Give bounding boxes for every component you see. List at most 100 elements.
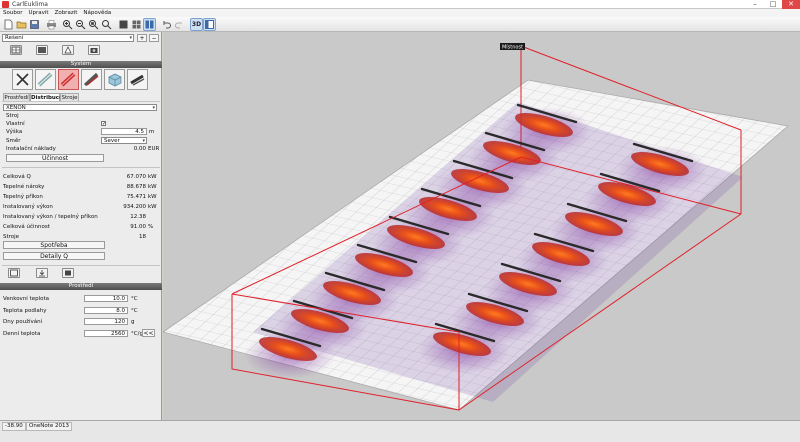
result-label: Celková účinnost bbox=[3, 224, 50, 230]
maximize-button[interactable]: □ bbox=[764, 0, 782, 9]
layout-icon[interactable] bbox=[10, 45, 22, 55]
record-icon[interactable] bbox=[62, 268, 74, 278]
window-title: CarlEuklima bbox=[12, 1, 48, 8]
toolbar: 3D bbox=[0, 17, 800, 32]
view-split-icon[interactable] bbox=[143, 18, 156, 31]
install-cost-unit: EUR bbox=[148, 146, 160, 152]
result-value: 75.471 bbox=[126, 194, 146, 200]
redo-icon[interactable] bbox=[174, 19, 185, 30]
chevron-down-icon: ▾ bbox=[129, 35, 132, 41]
result-unit: kW bbox=[148, 184, 157, 190]
heater-icon[interactable] bbox=[62, 45, 74, 55]
remove-scene-button[interactable]: − bbox=[149, 34, 159, 42]
efficiency-button[interactable]: Účinnost bbox=[6, 154, 104, 162]
floor-temp-input[interactable]: 8.0 bbox=[84, 307, 128, 314]
left-panel: Řešení ▾ + − Systém Prostředí Distribuce … bbox=[0, 32, 162, 420]
menu-edit[interactable]: Upravit bbox=[28, 9, 48, 17]
open-folder-icon[interactable] bbox=[16, 19, 27, 30]
status-tag: OneNote 2013 bbox=[26, 422, 72, 431]
camera-icon[interactable] bbox=[88, 45, 100, 55]
result-value: 91.00 bbox=[130, 224, 146, 230]
view-2d-icon[interactable] bbox=[118, 19, 129, 30]
result-unit: kW bbox=[148, 204, 157, 210]
height-label: Výška bbox=[6, 129, 23, 135]
chevron-down-icon: ▾ bbox=[152, 105, 155, 111]
zoom-all-icon[interactable] bbox=[101, 19, 112, 30]
product-select-value: XENON bbox=[6, 105, 26, 111]
zoom-window-icon[interactable] bbox=[88, 19, 99, 30]
consumption-button[interactable]: Spotřeba bbox=[3, 241, 105, 249]
outdoor-temp-input[interactable]: 10.0 bbox=[84, 295, 128, 302]
floor-temp-unit: °C bbox=[131, 308, 138, 314]
result-unit: kW bbox=[148, 194, 157, 200]
floor-temp-label: Teplota podlahy bbox=[3, 308, 47, 314]
tube-heater-tool-icon[interactable] bbox=[35, 69, 56, 90]
select-icon[interactable] bbox=[8, 268, 20, 278]
result-unit: kW bbox=[148, 174, 157, 180]
environment-header: Prostředí bbox=[0, 283, 162, 290]
own-label: Vlastní bbox=[6, 121, 25, 127]
menu-help[interactable]: Nápověda bbox=[83, 9, 111, 17]
view-grid-icon[interactable] bbox=[131, 19, 142, 30]
status-bar: -38.90 OneNote 2013 bbox=[0, 420, 800, 442]
menu-file[interactable]: Soubor bbox=[3, 9, 22, 17]
menu-view[interactable]: Zobrazit bbox=[55, 9, 78, 17]
duct-tool-icon[interactable] bbox=[127, 69, 148, 90]
scene-select-value: Řešení bbox=[5, 35, 24, 41]
outdoor-temp-unit: °C bbox=[131, 296, 138, 302]
details-q-button[interactable]: Detaily Q bbox=[3, 252, 105, 260]
outdoor-temp-label: Venkovní teplota bbox=[3, 296, 50, 302]
install-cost-value: 0.00 bbox=[133, 146, 146, 152]
product-select[interactable]: XENON ▾ bbox=[3, 104, 157, 111]
new-file-icon[interactable] bbox=[3, 19, 14, 30]
result-unit: % bbox=[148, 224, 154, 230]
scene-canvas[interactable]: Místnost bbox=[163, 32, 800, 420]
3d-viewport[interactable]: Místnost bbox=[163, 32, 800, 420]
room-label: Místnost bbox=[502, 44, 523, 51]
tab-distribution[interactable]: Distribuce bbox=[30, 93, 63, 101]
unit-heater-tool-icon[interactable] bbox=[104, 69, 125, 90]
floor-icon[interactable] bbox=[36, 45, 48, 55]
result-value: 12.38 bbox=[130, 214, 146, 220]
zoom-in-icon[interactable] bbox=[62, 19, 73, 30]
degree-days-input[interactable]: 2560 bbox=[84, 330, 128, 337]
usage-days-input[interactable]: 120 bbox=[84, 318, 128, 325]
direction-select-value: Sever bbox=[104, 138, 120, 144]
add-scene-button[interactable]: + bbox=[137, 34, 147, 42]
usage-days-unit: g bbox=[131, 319, 135, 325]
usage-days-label: Dny používání bbox=[3, 319, 43, 325]
machine-group-label: Stroj bbox=[6, 113, 19, 119]
radiant-heater-tool-icon[interactable] bbox=[58, 69, 79, 90]
print-icon[interactable] bbox=[46, 19, 57, 30]
back-button[interactable]: << bbox=[142, 329, 155, 337]
own-checkbox[interactable]: ✓ bbox=[101, 121, 106, 127]
delete-tool-icon[interactable] bbox=[12, 69, 33, 90]
zoom-out-icon[interactable] bbox=[75, 19, 86, 30]
result-value: 18 bbox=[139, 234, 146, 240]
degree-days-label: Denní teplota bbox=[3, 331, 41, 337]
result-value: 67.070 bbox=[126, 174, 146, 180]
close-button[interactable]: ✕ bbox=[782, 0, 800, 9]
tab-machines[interactable]: Stroje bbox=[60, 93, 79, 101]
result-label: Stroje bbox=[3, 234, 20, 240]
scene-select[interactable]: Řešení ▾ bbox=[2, 34, 134, 42]
system-header: Systém bbox=[0, 61, 162, 68]
height-input[interactable]: 4.5 bbox=[101, 128, 147, 135]
direction-label: Směr bbox=[6, 138, 21, 144]
save-icon[interactable] bbox=[29, 19, 40, 30]
install-cost-label: Instalační náklady bbox=[6, 146, 56, 152]
minimize-button[interactable]: – bbox=[746, 0, 764, 9]
download-icon[interactable] bbox=[36, 268, 48, 278]
chevron-down-icon: ▾ bbox=[142, 138, 145, 144]
result-label: Tepelné nároky bbox=[3, 184, 45, 190]
result-label: Instalovaný výkon / tepelný příkon bbox=[3, 214, 98, 220]
direction-select[interactable]: Sever ▾ bbox=[101, 137, 147, 144]
tab-environment[interactable]: Prostředí bbox=[3, 93, 30, 101]
view-panel-icon[interactable] bbox=[203, 18, 216, 31]
height-unit: m bbox=[149, 129, 155, 135]
view-3d-button[interactable]: 3D bbox=[190, 18, 203, 31]
undo-icon[interactable] bbox=[161, 19, 172, 30]
coordinate-readout: -38.90 bbox=[2, 422, 26, 431]
dark-heater-tool-icon[interactable] bbox=[81, 69, 102, 90]
title-bar: CarlEuklima – □ ✕ bbox=[0, 0, 800, 9]
